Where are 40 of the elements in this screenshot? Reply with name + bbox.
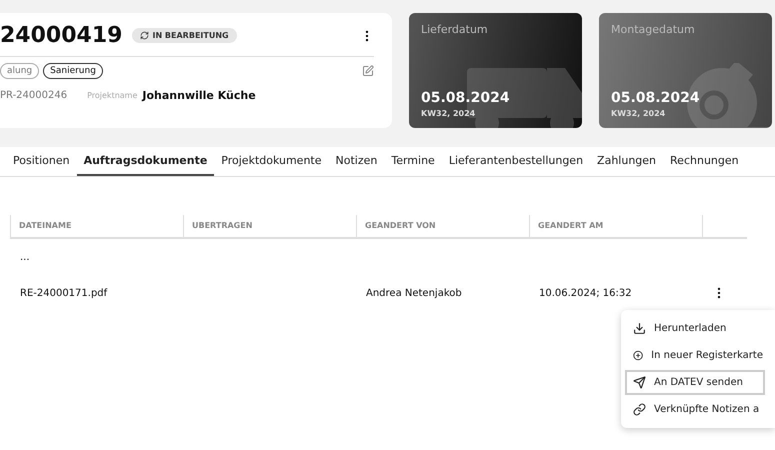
link-icon	[633, 403, 646, 416]
plus-circle-icon	[633, 349, 644, 362]
tab[interactable]: Projektdokumente	[214, 147, 329, 176]
table-cell: 10.06.2024; 16:32	[539, 288, 632, 298]
column-header: DATEINAME	[10, 215, 183, 239]
table-cell: RE-24000171.pdf	[20, 288, 108, 298]
column-header: UBERTRAGEN	[183, 215, 356, 239]
date-value: 05.08.2024	[421, 90, 511, 106]
date-label: Montagedatum	[611, 23, 696, 38]
column-header: GEANDERT VON	[356, 215, 529, 239]
column-header: GEANDERT AM	[529, 215, 702, 239]
menu-item[interactable]: In neuer Registerkarte	[625, 343, 771, 368]
table-cell: ...	[20, 252, 30, 262]
menu-item[interactable]: Verknüpfte Notizen a	[625, 397, 771, 422]
field-label: Projektname	[87, 91, 138, 100]
tab[interactable]: Notizen	[328, 147, 384, 176]
column-header	[702, 215, 747, 239]
project-id: PR-24000246	[0, 90, 68, 101]
tab[interactable]: Auftragsdokumente	[76, 147, 214, 176]
menu-item[interactable]: Herunterladen	[625, 316, 771, 341]
paper-plane-icon	[633, 376, 646, 389]
order-number: 24000419	[0, 23, 122, 48]
tag-chip: alung	[0, 63, 40, 79]
project-name: Johannwille Küche	[142, 89, 256, 102]
week-label: KW32, 2024	[421, 109, 476, 118]
menu-item[interactable]: An DATEV senden	[625, 370, 765, 395]
tag-chip: Sanierung	[43, 63, 103, 79]
tab[interactable]: Lieferantenbestellungen	[442, 147, 590, 176]
tab[interactable]: Positionen	[6, 147, 77, 176]
tab[interactable]: Termine	[384, 147, 442, 176]
date-label: Lieferdatum	[421, 23, 489, 38]
status-badge: IN BEARBEITUNG	[132, 28, 237, 43]
tab[interactable]: Zahlungen	[590, 147, 664, 176]
week-label: KW32, 2024	[611, 109, 666, 118]
edit-icon[interactable]	[362, 65, 374, 77]
download-icon	[633, 322, 646, 335]
refresh-icon	[140, 31, 150, 40]
tab[interactable]: Rechnungen	[663, 147, 746, 176]
date-value: 05.08.2024	[611, 90, 701, 106]
table-cell: Andrea Netenjakob	[366, 288, 462, 298]
